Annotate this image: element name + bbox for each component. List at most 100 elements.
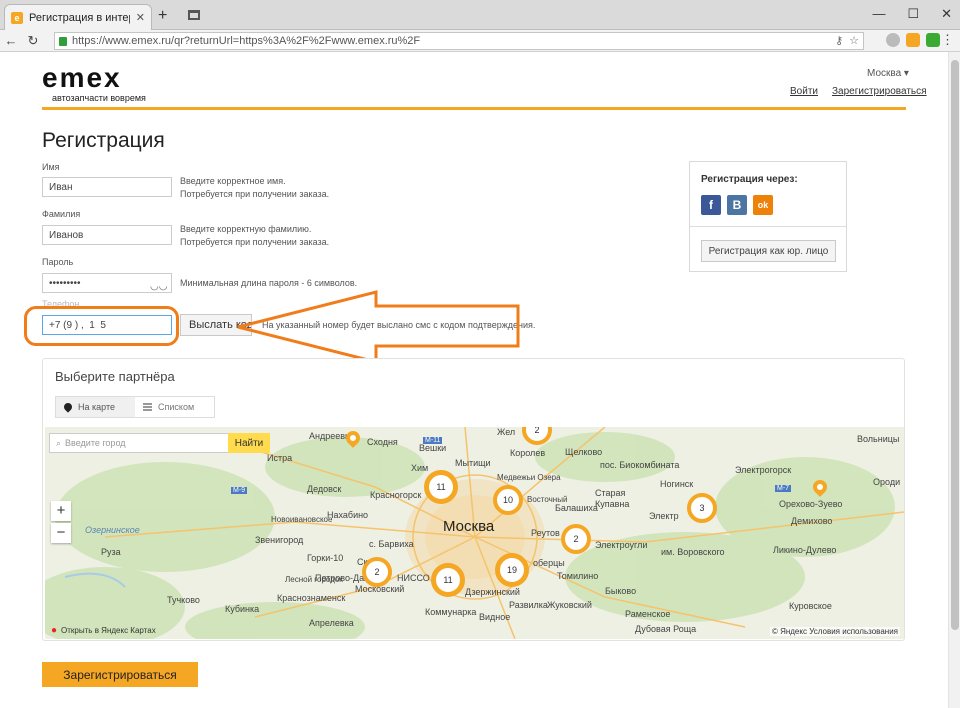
map-label: Коммунарка: [425, 607, 477, 617]
minimize-icon[interactable]: —: [872, 6, 885, 22]
scrollbar-thumb[interactable]: [951, 60, 959, 630]
find-button[interactable]: Найти: [228, 433, 270, 453]
side-divider: [690, 226, 846, 227]
map-label: Ликино-Дулево: [773, 545, 837, 555]
maximize-icon[interactable]: ☐: [907, 6, 919, 22]
extension-icon[interactable]: [886, 33, 900, 47]
map-label: Красногорск: [370, 490, 422, 500]
partner-cluster[interactable]: 2: [561, 524, 591, 554]
close-window-icon[interactable]: ✕: [941, 6, 952, 22]
page-title: Регистрация: [42, 129, 165, 152]
highlight-arrow: [237, 290, 520, 364]
partner-title: Выберите партнёра: [55, 369, 175, 384]
extension-list-icon[interactable]: [926, 33, 940, 47]
logo-tagline: автозапчасти вовремя: [52, 93, 146, 103]
partner-cluster[interactable]: 2: [362, 557, 392, 587]
browser-menu-icon[interactable]: ⋮: [941, 32, 954, 48]
social-register-box: Регистрация через: f В ok Регистрация ка…: [689, 161, 847, 272]
surname-label: Фамилия: [42, 209, 81, 219]
browser-toolbar: ← ↻ https://www.emex.ru/qr?returnUrl=htt…: [0, 30, 960, 52]
map-label: M-7: [775, 485, 792, 492]
bookmark-star-icon[interactable]: ☆: [849, 34, 859, 47]
tab-title: Регистрация в интернет-магаз: [29, 11, 130, 24]
map-label: Звенигород: [255, 535, 304, 545]
map-label: Сходня: [367, 437, 398, 447]
address-bar[interactable]: https://www.emex.ru/qr?returnUrl=https%3…: [54, 32, 864, 50]
emex-logo[interactable]: emex автозапчасти вовремя: [42, 64, 146, 104]
page: emex автозапчасти вовремя Москва ▾ Войти…: [0, 52, 948, 708]
yandex-pin-icon: ●: [51, 625, 58, 636]
map-label: Дубовая Роща: [635, 624, 697, 634]
key-icon[interactable]: ⚷: [835, 34, 843, 47]
register-link[interactable]: Зарегистрироваться: [832, 86, 927, 97]
show-password-icon[interactable]: ◡◡: [150, 281, 167, 292]
reload-icon[interactable]: ↻: [22, 33, 44, 49]
partner-cluster[interactable]: 19: [495, 553, 529, 587]
map-label: Вольницы: [857, 434, 900, 444]
map-label: Мытищи: [455, 458, 491, 468]
map-pin-icon: [62, 401, 74, 413]
city-name: Москва: [867, 68, 902, 79]
map-label: Ороди: [873, 477, 901, 487]
tab-list-view[interactable]: Списком: [135, 397, 214, 417]
emex-favicon-icon: e: [11, 11, 23, 24]
surname-hint-line2: Потребуется при получении заказа.: [180, 237, 330, 247]
map-label: Электр: [649, 511, 679, 521]
partner-selector: Выберите партнёра На карте Списком ⌕ Вве…: [42, 358, 905, 641]
vertical-scrollbar[interactable]: [948, 52, 960, 708]
partner-cluster[interactable]: 3: [687, 493, 717, 523]
browser-tab[interactable]: e Регистрация в интернет-магаз ✕: [4, 4, 152, 30]
zoom-out-button[interactable]: −: [51, 523, 71, 543]
partner-cluster[interactable]: 11: [424, 470, 458, 504]
social-title: Регистрация через:: [701, 174, 798, 185]
map-label-moscow: Москва: [443, 518, 495, 535]
partner-map[interactable]: ⌕ Введите город Найти + − Москва Мытищи …: [45, 427, 904, 639]
surname-field[interactable]: [42, 225, 172, 245]
city-search-placeholder: Введите город: [65, 438, 126, 448]
map-label: M-11: [423, 437, 443, 444]
surname-hint: Введите корректную фамилию. Потребуется …: [180, 223, 329, 249]
extension-chat-icon[interactable]: [906, 33, 920, 47]
tab-overview-icon[interactable]: [188, 10, 200, 20]
map-label: Хим: [411, 463, 429, 473]
city-selector[interactable]: Москва ▾: [867, 68, 909, 79]
map-label: Тучково: [167, 595, 200, 605]
map-label: Видное: [479, 612, 511, 622]
facebook-icon[interactable]: f: [701, 195, 721, 215]
login-link[interactable]: Войти: [790, 86, 818, 97]
window-controls: — ☐ ✕: [872, 6, 952, 22]
city-search-input[interactable]: ⌕ Введите город: [49, 433, 229, 453]
map-label: Жуковский: [547, 600, 592, 610]
zoom-in-button[interactable]: +: [51, 501, 71, 521]
map-label: Балашиха: [555, 503, 598, 513]
tab-map-label: На карте: [78, 402, 115, 412]
partner-cluster[interactable]: 10: [493, 485, 523, 515]
map-label: Кубинка: [225, 604, 260, 614]
yandex-copyright[interactable]: © Яндекс Условия использования: [769, 627, 900, 636]
map-label: Куровское: [789, 601, 832, 611]
open-in-yandex-maps-link[interactable]: ● Открыть в Яндекс Картах: [51, 625, 156, 636]
tab-map-view[interactable]: На карте: [56, 397, 135, 417]
map-label: Лесной городок: [285, 575, 343, 584]
list-icon: [143, 403, 152, 411]
map-label: им. Воровского: [661, 547, 725, 557]
browser-tab-bar: e Регистрация в интернет-магаз ✕ + — ☐ ✕: [0, 0, 960, 30]
close-tab-icon[interactable]: ✕: [136, 11, 145, 24]
map-label: Реутов: [531, 528, 560, 538]
map-label: Дедовск: [307, 484, 342, 494]
register-submit-button[interactable]: Зарегистрироваться: [42, 662, 198, 687]
url-text: https://www.emex.ru/qr?returnUrl=https%3…: [72, 35, 421, 47]
map-label: Томилино: [557, 571, 599, 581]
name-field[interactable]: [42, 177, 172, 197]
back-icon[interactable]: ←: [0, 33, 22, 48]
vk-icon[interactable]: В: [727, 195, 747, 215]
open-in-maps-text: Открыть в Яндекс Картах: [61, 626, 156, 635]
map-label: Развилка: [509, 600, 548, 610]
name-label: Имя: [42, 162, 60, 172]
odnoklassniki-icon[interactable]: ok: [753, 195, 773, 215]
legal-entity-register-button[interactable]: Регистрация как юр. лицо: [701, 240, 836, 262]
password-hint: Минимальная длина пароля - 6 символов.: [180, 278, 358, 288]
new-tab-icon[interactable]: +: [158, 7, 167, 25]
partner-cluster[interactable]: 11: [431, 563, 465, 597]
map-label: Восточный: [527, 495, 568, 504]
